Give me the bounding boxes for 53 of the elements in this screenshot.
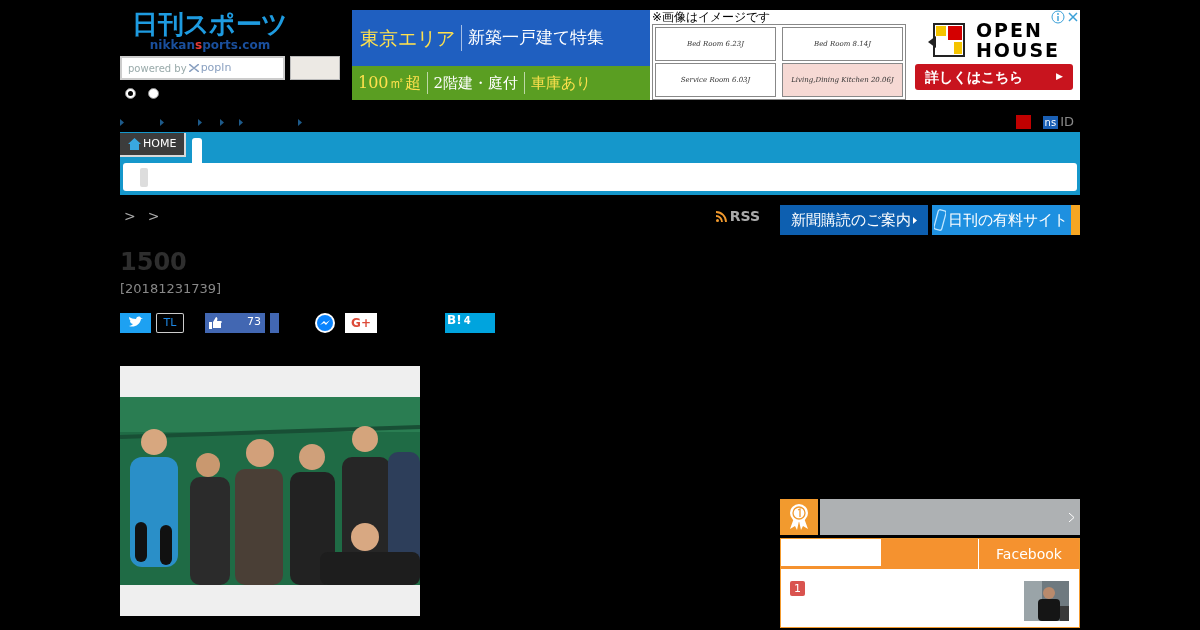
logo-domain[interactable]: nikkansports.com xyxy=(149,38,271,52)
search-button[interactable] xyxy=(290,56,340,80)
article-date: [20181231739] xyxy=(120,280,223,298)
breadcrumb-separator: > xyxy=(124,207,136,226)
logo-title[interactable]: 日刊スポーツ xyxy=(132,10,288,38)
ad-headline: 東京エリア xyxy=(360,25,455,51)
promo-button[interactable]: 日刊の有料サイト xyxy=(932,205,1080,235)
nav-arrow-icon[interactable] xyxy=(220,118,224,126)
id-link[interactable]: ID xyxy=(1060,112,1074,132)
phone-icon xyxy=(934,209,946,231)
home-icon xyxy=(128,138,141,150)
placeholder-text: popln xyxy=(200,59,232,76)
cross-icon xyxy=(188,64,199,72)
award-ribbon-icon xyxy=(788,503,810,531)
ad-notice: ※画像はイメージです xyxy=(652,10,772,24)
rss-icon xyxy=(715,211,727,222)
twitter-button[interactable] xyxy=(120,312,151,333)
cta-button[interactable]: 詳しくはこちら ▶ xyxy=(915,64,1073,90)
breadcrumb-separator: > xyxy=(147,207,160,226)
placeholder-text: powered by xyxy=(128,61,187,76)
rss-link[interactable]: RSS xyxy=(715,206,760,227)
cta-label: 詳しくはこちら xyxy=(925,67,1023,87)
ad-headline: 新築一戸建て特集 xyxy=(461,25,604,51)
chevron-right-icon xyxy=(1069,512,1074,522)
ad-feature: 100㎡超 xyxy=(358,72,421,94)
ad-feature: 2階建・庭付 xyxy=(426,71,519,95)
nav-arrow-icon[interactable] xyxy=(120,118,124,126)
radio-button[interactable] xyxy=(125,88,136,99)
messenger-button[interactable] xyxy=(315,312,335,333)
tweet-count-box[interactable]: TL xyxy=(156,312,184,333)
id-badge[interactable]: ns xyxy=(1042,115,1059,129)
cta-arrow: ▶ xyxy=(1056,70,1063,84)
nav-arrow-icon[interactable] xyxy=(160,118,164,126)
close-icon[interactable] xyxy=(1066,10,1080,24)
promo-button[interactable]: 新聞購読のご案内 xyxy=(780,205,928,235)
square-icon[interactable] xyxy=(1015,115,1031,129)
nav-arrow-icon[interactable] xyxy=(239,118,243,126)
thumbs-up-icon xyxy=(209,316,222,329)
ad-feature: 車庫あり xyxy=(524,71,592,95)
nav-arrow-icon[interactable] xyxy=(198,118,202,126)
brand-name: OPEN xyxy=(975,20,1044,40)
rank-badge: 1 xyxy=(790,581,805,596)
scroll-handle[interactable] xyxy=(140,167,148,187)
like-button[interactable]: 73 xyxy=(205,312,265,333)
house-logo-icon xyxy=(927,22,968,58)
nav-tab[interactable] xyxy=(192,138,203,163)
home-tab[interactable]: HOME xyxy=(120,133,187,157)
info-icon[interactable] xyxy=(1051,10,1065,24)
brand-name: HOUSE xyxy=(975,40,1061,60)
google-plus-button[interactable]: G+ xyxy=(345,312,377,333)
share-button[interactable] xyxy=(270,312,279,333)
nav-arrow-icon[interactable] xyxy=(298,118,302,126)
radio-button[interactable] xyxy=(148,88,159,99)
